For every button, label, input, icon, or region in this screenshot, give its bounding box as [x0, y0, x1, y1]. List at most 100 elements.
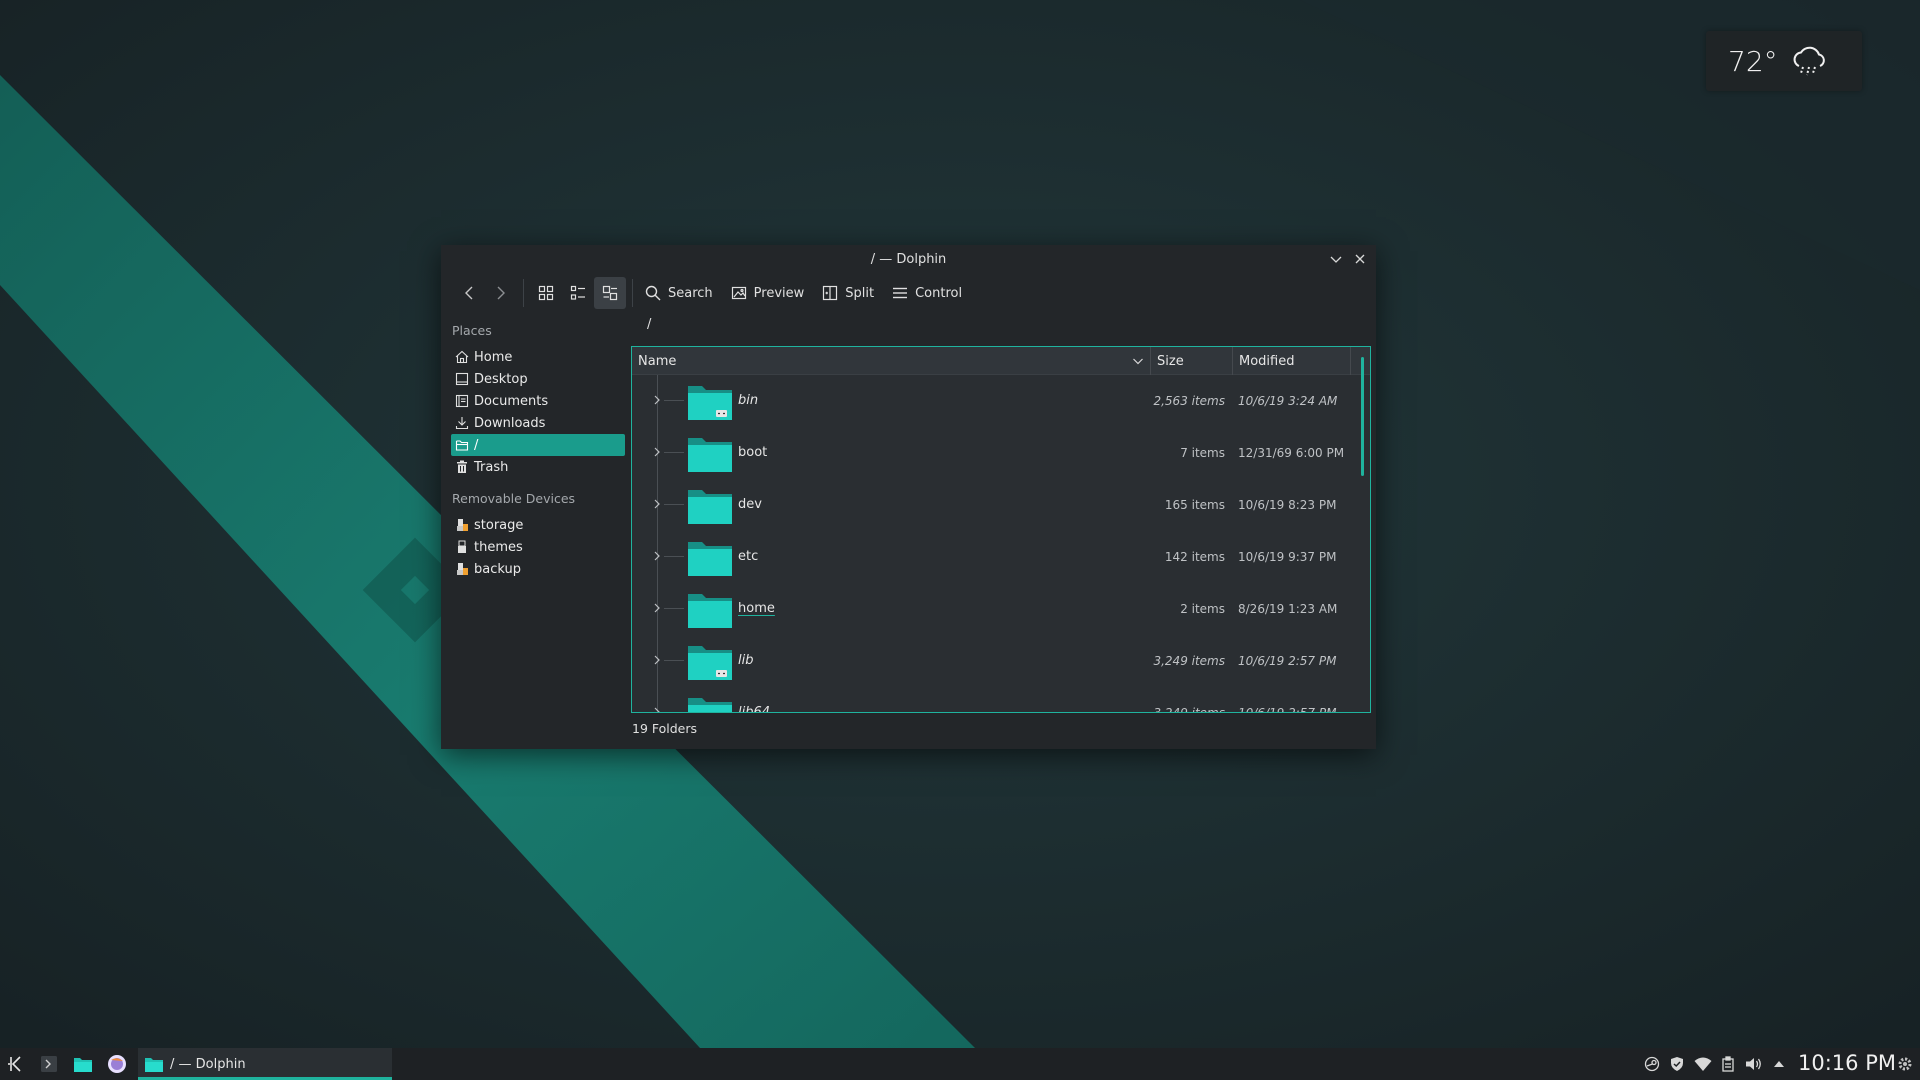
device-item-backup[interactable]: backup [451, 558, 625, 580]
window-title: / — Dolphin [870, 251, 947, 267]
device-item-label: backup [474, 561, 521, 577]
breadcrumb-root[interactable]: / [647, 317, 651, 332]
trash-icon [457, 460, 467, 473]
back-button[interactable] [453, 277, 485, 309]
search-label: Search [668, 285, 713, 301]
icons-view-button[interactable] [530, 277, 562, 309]
tray-volume[interactable] [1744, 1054, 1764, 1074]
place-item-trash[interactable]: Trash [451, 456, 625, 478]
digital-clock[interactable]: 10:16 PM [1798, 1051, 1896, 1075]
expand-chevron-icon[interactable] [652, 498, 662, 510]
title-bar[interactable]: / — Dolphin [441, 245, 1376, 273]
column-header-modified[interactable]: Modified [1233, 347, 1351, 375]
compact-view-button[interactable] [562, 277, 594, 309]
place-item-desktop[interactable]: Desktop [451, 368, 625, 390]
file-manager-launcher[interactable] [71, 1052, 95, 1076]
details-view-button[interactable] [594, 277, 626, 309]
column-header-size[interactable]: Size [1151, 347, 1233, 375]
control-button[interactable]: Control [886, 277, 968, 309]
file-name: lib64 [738, 705, 771, 713]
expand-chevron-icon[interactable] [652, 706, 662, 713]
file-modified: 10/6/19 2:57 PM [1238, 706, 1337, 713]
file-size: 2,563 items [1153, 394, 1225, 408]
browser-launcher[interactable] [105, 1052, 129, 1076]
folder-icon [145, 1058, 163, 1072]
file-row[interactable]: etc 142 items 10/6/19 9:37 PM [632, 531, 1370, 583]
search-button[interactable]: Search [639, 277, 719, 309]
place-item-documents[interactable]: Documents [451, 390, 625, 412]
rain-cloud-icon [1793, 46, 1825, 76]
file-row[interactable]: lib 3,249 items 10/6/19 2:57 PM [632, 635, 1370, 687]
preview-button[interactable]: Preview [725, 277, 811, 309]
preview-label: Preview [753, 285, 805, 301]
file-modified: 8/26/19 1:23 AM [1238, 602, 1338, 616]
desktop-icon [455, 372, 469, 386]
file-row[interactable]: dev 165 items 10/6/19 8:23 PM [632, 479, 1370, 531]
tree-line [664, 452, 684, 453]
tree-line [664, 608, 684, 609]
close-button[interactable] [1352, 251, 1368, 267]
forward-button[interactable] [485, 277, 517, 309]
device-item-storage[interactable]: storage [451, 514, 625, 536]
file-size: 142 items [1164, 550, 1225, 564]
column-header-label: Modified [1239, 353, 1295, 369]
file-name: bin [738, 393, 759, 408]
tray-steam[interactable] [1642, 1054, 1662, 1074]
breadcrumb[interactable]: / [647, 317, 651, 332]
device-item-themes[interactable]: themes [451, 536, 625, 558]
home-icon [455, 350, 469, 364]
expand-chevron-icon[interactable] [652, 602, 662, 614]
expand-chevron-icon[interactable] [652, 654, 662, 666]
browser-globe-icon [108, 1055, 126, 1073]
place-item-label: Desktop [474, 371, 528, 387]
column-header-name[interactable]: Name [632, 347, 1151, 375]
file-modified: 12/31/69 6:00 PM [1238, 446, 1345, 460]
file-row[interactable]: boot 7 items 12/31/69 6:00 PM [632, 427, 1370, 479]
dolphin-window: / — Dolphin Search Preview Split Control… [441, 245, 1376, 749]
tray-clipboard[interactable] [1718, 1054, 1738, 1074]
file-modified: 10/6/19 3:24 AM [1238, 394, 1338, 408]
file-name: boot [738, 445, 768, 460]
minimize-button[interactable] [1328, 251, 1344, 267]
device-item-label: themes [474, 539, 523, 555]
file-row[interactable]: lib64 3,249 items 10/6/19 2:57 PM [632, 687, 1370, 713]
column-header-label: Name [638, 353, 677, 369]
place-item-downloads[interactable]: Downloads [451, 412, 625, 434]
tree-line [664, 400, 684, 401]
tray-network[interactable] [1693, 1054, 1713, 1074]
file-modified: 10/6/19 8:23 PM [1238, 498, 1337, 512]
split-label: Split [845, 285, 875, 301]
expand-chevron-icon[interactable] [652, 394, 662, 406]
place-item-home[interactable]: Home [451, 346, 625, 368]
icons-view-icon [538, 285, 554, 301]
chevron-right-icon [497, 286, 505, 300]
file-row[interactable]: bin 2,563 items 10/6/19 3:24 AM [632, 375, 1370, 427]
shield-icon [1671, 1057, 1683, 1071]
expand-chevron-icon[interactable] [652, 446, 662, 458]
expand-chevron-icon[interactable] [652, 550, 662, 562]
split-button[interactable]: Split [816, 277, 880, 309]
close-icon [1355, 254, 1365, 264]
toolbar-separator [632, 279, 633, 307]
place-item-label: Documents [474, 393, 549, 409]
folder-icon [688, 490, 732, 524]
panel-settings-button[interactable] [1895, 1054, 1915, 1074]
vertical-scrollbar[interactable] [1361, 357, 1364, 476]
terminal-launcher[interactable] [37, 1052, 61, 1076]
file-row[interactable]: home 2 items 8/26/19 1:23 AM [632, 583, 1370, 635]
tray-security[interactable] [1667, 1054, 1687, 1074]
file-view[interactable]: Name Size Modified bin 2,563 items 10/6/19… [631, 346, 1371, 713]
task-item-label: / — Dolphin [170, 1056, 246, 1072]
application-launcher-button[interactable] [4, 1052, 28, 1076]
clipboard-icon [1722, 1056, 1734, 1072]
folder-icon [688, 698, 732, 712]
toolbar-separator [523, 279, 524, 307]
place-item-root[interactable]: / [451, 434, 625, 456]
file-modified: 10/6/19 2:57 PM [1238, 654, 1337, 668]
details-view-icon [602, 285, 618, 301]
tray-expand-button[interactable] [1769, 1054, 1789, 1074]
device-item-label: storage [474, 517, 524, 533]
task-item-dolphin[interactable]: / — Dolphin [138, 1048, 392, 1080]
weather-widget[interactable]: 72° [1706, 31, 1862, 91]
folder-icon [455, 440, 469, 451]
